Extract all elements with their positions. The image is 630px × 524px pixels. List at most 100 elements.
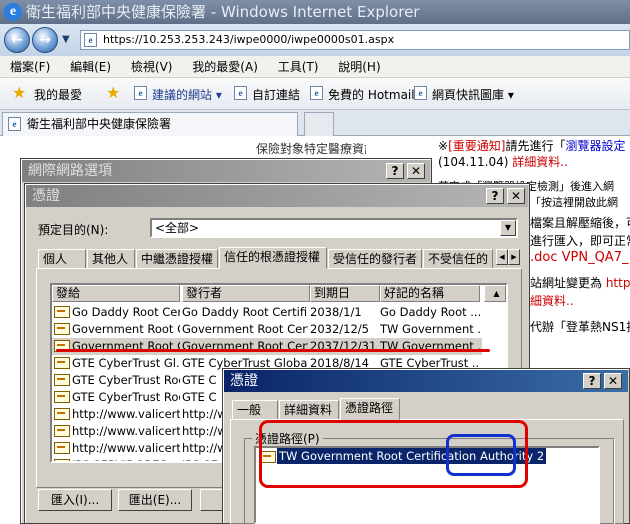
tab-certification-path[interactable]: 憑證路徑	[340, 398, 400, 420]
page-icon: e	[84, 33, 97, 47]
important-notice: [重要通知]	[448, 139, 506, 153]
address-url: https://10.253.253.243/iwpe0000/iwpe0000…	[103, 33, 395, 46]
details-link[interactable]: 詳細資料..	[512, 155, 568, 169]
cell-expiration: 2032/12/5	[310, 321, 378, 338]
back-button[interactable]: ←	[4, 27, 30, 53]
menu-help[interactable]: 說明(H)	[338, 60, 380, 74]
tab-personal[interactable]: 個人	[38, 249, 86, 269]
forward-button[interactable]: →	[32, 27, 58, 53]
menu-bar: 檔案(F) 編輯(E) 檢視(V) 我的最愛(A) 工具(T) 說明(H)	[0, 56, 630, 78]
cell-text: Go Daddy Root ...	[380, 305, 480, 319]
menu-favorites[interactable]: 我的最愛(A)	[192, 60, 258, 74]
tab-untrusted[interactable]: 不受信任的	[423, 249, 493, 269]
tabs-scroll-right-icon[interactable]: ▶	[508, 249, 520, 265]
certificate-icon	[54, 373, 70, 386]
menu-tools[interactable]: 工具(T)	[278, 60, 319, 74]
column-issued-to[interactable]: 發給	[52, 285, 180, 302]
export-button[interactable]: 匯出(E)...	[118, 489, 192, 511]
fav-link-suggested[interactable]: 建議的網站 ▾	[152, 86, 222, 103]
certificate-detail-title-bar: 憑證	[224, 370, 628, 392]
table-row[interactable]: Government Root C...Government Root Cert…	[52, 321, 482, 338]
tabs-scroll-left-icon[interactable]: ◀	[496, 249, 508, 265]
cell-text: http://w	[182, 441, 227, 455]
cell-text: http://www.valicert.c...	[72, 441, 180, 455]
window-title-bar: 衛生福利部中央健康保險署 - Windows Internet Explorer	[0, 0, 630, 24]
certificates-title: 憑證	[32, 188, 60, 204]
new-url-link[interactable]: http	[606, 276, 630, 290]
purpose-label: 預定目的(N):	[38, 223, 109, 237]
cell-text: 2032/12/5	[310, 322, 369, 336]
favorites-star-icon: ★	[12, 83, 27, 102]
link-page-icon: e	[134, 86, 147, 100]
cell-text: GTE C	[182, 373, 217, 387]
certificate-detail-help-button[interactable]: ?	[583, 373, 601, 389]
table-row[interactable]: Government Root C...Government Root Cert…	[52, 338, 482, 355]
column-expiration[interactable]: 到期日	[310, 285, 380, 302]
table-row[interactable]: Go Daddy Root Cert...Go Daddy Root Certi…	[52, 304, 482, 321]
internet-options-title-bar: 網際網路選項	[22, 160, 430, 182]
column-issued-by[interactable]: 發行者	[182, 285, 310, 302]
internet-options-close-button[interactable]: ✕	[407, 163, 425, 179]
internet-options-help-button[interactable]: ?	[386, 163, 404, 179]
fav-link-hotmail[interactable]: 免費的 Hotmail	[328, 86, 415, 103]
cell-issued-to: Go Daddy Root Cert...	[54, 304, 180, 321]
vpn-doc-link[interactable]: .doc VPN_QA7_	[530, 250, 630, 265]
cell-issued-to: GTE CyberTrust Root	[54, 372, 180, 389]
fav-link-custom[interactable]: 自訂連結	[252, 86, 300, 103]
favorites-button[interactable]: 我的最愛	[34, 86, 82, 103]
link-page-icon: e	[234, 86, 247, 100]
new-tab-button[interactable]	[304, 112, 334, 136]
page-text-line: 檔案且解壓縮後，可	[530, 216, 630, 230]
tab-general[interactable]: 一般	[232, 400, 278, 420]
purpose-select[interactable]: <全部>	[150, 218, 518, 238]
cell-issued-by: Government Root Cert...	[182, 321, 308, 338]
menu-file[interactable]: 檔案(F)	[10, 60, 50, 74]
cell-text: Government Root C...	[72, 322, 180, 336]
cell-text: IPS SERVIDORES	[72, 458, 167, 461]
notice-date-line: (104.11.04) 詳細資料..	[438, 155, 568, 169]
link-page-icon: e	[414, 86, 427, 100]
certificates-close-button[interactable]: ✕	[507, 188, 525, 204]
cell-issued-to: Government Root C...	[54, 321, 180, 338]
cell-text: http://w	[182, 407, 227, 421]
details-link-2[interactable]: 細資料..	[530, 292, 630, 309]
history-dropdown-icon[interactable]: ▼	[62, 34, 70, 45]
page-text-line: 進行匯入，即可正常	[530, 234, 630, 248]
import-button[interactable]: 匯入(I)...	[38, 489, 112, 511]
tab-intermediate-ca[interactable]: 中繼憑證授權	[136, 249, 218, 269]
column-friendly-name[interactable]: 好記的名稱	[380, 285, 480, 302]
browser-settings-link[interactable]: 瀏覽器設定	[565, 139, 625, 153]
page-text-line: 代辦「登革熱NS1抗	[530, 320, 630, 334]
cell-issued-to: http://www.valicert.c...	[54, 406, 180, 423]
cell-friendly-name: TW Government ...	[380, 338, 480, 355]
ie-logo-icon: e	[4, 3, 22, 21]
browser-tab[interactable]: 衛生福利部中央健康保險署	[2, 112, 298, 136]
purpose-dropdown-icon[interactable]: ▼	[500, 220, 516, 236]
cell-issued-to: IPS SERVIDORES	[54, 457, 180, 461]
internet-options-title: 網際網路選項	[28, 163, 112, 179]
add-favorite-icon[interactable]: ★	[106, 84, 120, 102]
notice-line: ※[重要通知]請先進行「瀏覽器設定	[438, 139, 626, 153]
tab-trusted-root-ca[interactable]: 信任的根憑證授權	[219, 247, 327, 269]
certificate-icon	[54, 322, 70, 335]
tab-details[interactable]: 詳細資料	[279, 400, 339, 420]
tab-other-people[interactable]: 其他人	[87, 249, 135, 269]
cell-text: GTE CyberTrust Root	[72, 390, 180, 404]
certificates-help-button[interactable]: ?	[486, 188, 504, 204]
cell-text: TW Government ...	[380, 322, 480, 336]
address-bar[interactable]: https://10.253.253.243/iwpe0000/iwpe0000…	[80, 30, 630, 50]
menu-view[interactable]: 檢視(V)	[131, 60, 173, 74]
menu-edit[interactable]: 編輯(E)	[70, 60, 111, 74]
tab-trusted-publishers[interactable]: 受信任的發行者	[328, 249, 422, 269]
certificate-icon	[54, 356, 70, 369]
cell-text: Government Root Cert...	[182, 322, 308, 336]
cell-issued-by: Go Daddy Root Certifi...	[182, 304, 308, 321]
cell-text: GTE C	[182, 390, 217, 404]
certificate-detail-close-button[interactable]: ✕	[604, 373, 622, 389]
certificate-detail-title: 憑證	[230, 373, 258, 389]
cell-text: GTE CyberTrust Gl...	[72, 356, 180, 370]
cell-text: Go Daddy Root Cert...	[72, 305, 180, 319]
list-scroll-up-icon[interactable]: ▲	[484, 285, 506, 302]
cell-text: 2038/1/1	[310, 305, 362, 319]
fav-link-webslice[interactable]: 網頁快訊圖庫 ▾	[432, 86, 514, 103]
